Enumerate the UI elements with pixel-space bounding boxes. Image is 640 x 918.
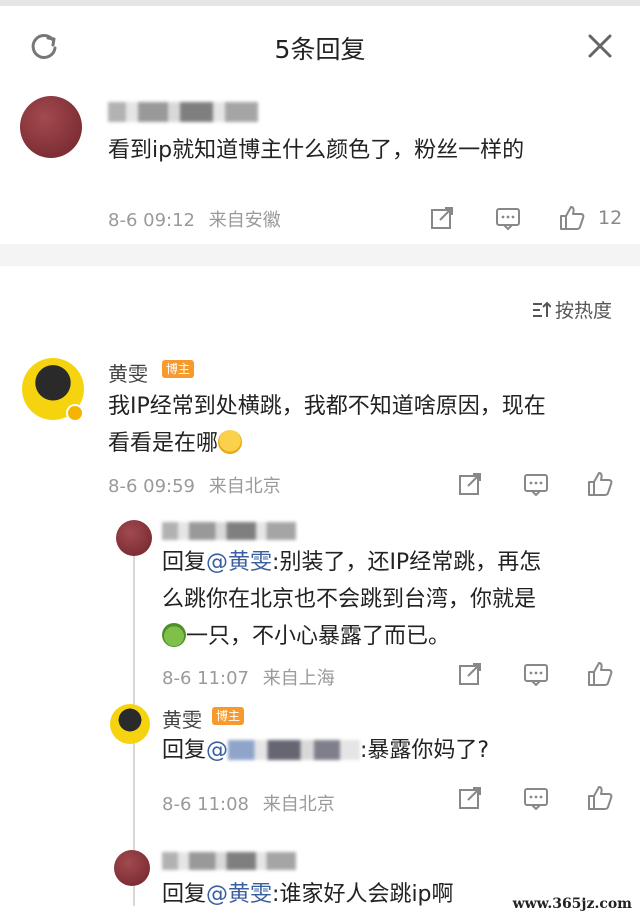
reply-meta: 8-6 11:08 来自北京 [162,790,335,816]
reply-text: 回复@黄雯:别装了，还IP经常跳，再怎 么跳你在北京也不会跳到台湾，你就是 一只… [162,544,541,655]
comment-text: 我IP经常到处横跳，我都不知道啥原因，现在 看看是在哪 [108,388,546,462]
comment-meta: 8-6 09:12 来自安徽 [108,206,281,232]
comment-location: 来自北京 [208,476,281,497]
reply-text-fragment: :谁家好人会跳ip啊 [272,882,454,907]
header-bar: 5条回复 [0,0,640,82]
verified-badge-icon [66,404,84,422]
page-title: 5条回复 [274,35,366,64]
reply-location: 来自北京 [262,794,335,815]
close-icon[interactable] [584,30,616,62]
reply-text-line: 么跳你在北京也不会跳到台湾，你就是 [162,587,537,612]
like-icon[interactable] [558,204,586,232]
blurred-username [162,522,296,540]
reply-prefix: 回复 [162,882,207,907]
reply-thread: 按热度 黄雯 博主 我IP经常到处横跳，我都不知道啥原因，现在 看看是在哪 8-… [0,266,640,918]
comment-icon[interactable] [522,660,550,688]
blogger-badge: 博主 [162,360,195,378]
reply-time: 8-6 11:07 [162,668,249,689]
sort-label: 按热度 [554,300,612,322]
comment-icon[interactable] [494,204,522,232]
blogger-badge: 博主 [212,707,245,725]
comment-text-fragment: 看看是在哪 [108,431,219,456]
reply-text-line: 一只，不小心暴露了而已。 [162,618,541,655]
share-icon[interactable] [456,660,484,688]
blurred-username [162,852,296,870]
share-icon[interactable] [456,470,484,498]
comment-time: 8-6 09:59 [108,476,195,497]
blurred-username [108,102,258,122]
blurred-mention [228,740,361,760]
comment-text-line: 我IP经常到处横跳，我都不知道啥原因，现在 [108,394,546,419]
like-icon[interactable] [586,470,614,498]
reply-text-fragment: :别装了，还IP经常跳，再怎 [272,550,542,575]
reply-text: 回复@ :暴露你妈了? [162,732,489,769]
share-icon[interactable] [428,204,456,232]
root-comment: 看到ip就知道博主什么颜色了，粉丝一样的 8-6 09:12 来自安徽 12 [0,82,640,244]
reply-text-fragment: :暴露你妈了? [360,738,490,763]
username[interactable]: 黄雯 [162,704,202,733]
reply-time: 8-6 11:08 [162,794,249,815]
avatar[interactable] [20,96,82,158]
laughing-emoji-icon [218,430,243,454]
reply-prefix: 回复 [162,550,207,575]
reply-meta: 8-6 11:07 来自上海 [162,664,335,690]
mention-link[interactable]: @黄雯 [206,882,272,907]
like-icon[interactable] [586,660,614,688]
comment-time: 8-6 09:12 [108,210,195,231]
sort-button[interactable]: 按热度 [531,296,612,323]
comment-icon[interactable] [522,784,550,812]
mention-link[interactable]: @黄雯 [206,550,272,575]
share-icon[interactable] [456,784,484,812]
avatar[interactable] [116,520,152,556]
comment-icon[interactable] [522,470,550,498]
username[interactable]: 黄雯 [108,358,148,387]
reply-text: 回复@黄雯:谁家好人会跳ip啊 [162,876,454,913]
frog-emoji-icon [162,623,186,647]
avatar[interactable] [114,850,150,886]
comment-text: 看到ip就知道博主什么颜色了，粉丝一样的 [108,138,525,163]
reply-prefix: 回复 [162,738,207,763]
avatar[interactable] [110,704,150,744]
like-icon[interactable] [586,784,614,812]
reply-location: 来自上海 [262,668,335,689]
comment-meta: 8-6 09:59 来自北京 [108,472,281,498]
reply-text-fragment: 一只，不小心暴露了而已。 [186,624,451,649]
watermark: www.365jz.com [512,896,632,912]
sort-icon [532,301,551,317]
like-count: 12 [598,207,623,229]
comment-location: 来自安徽 [208,210,281,231]
reply-text-line: 回复@黄雯:别装了，还IP经常跳，再怎 [162,544,541,581]
comment-text-line: 看看是在哪 [108,425,546,462]
mention-link[interactable]: @ [206,738,228,763]
